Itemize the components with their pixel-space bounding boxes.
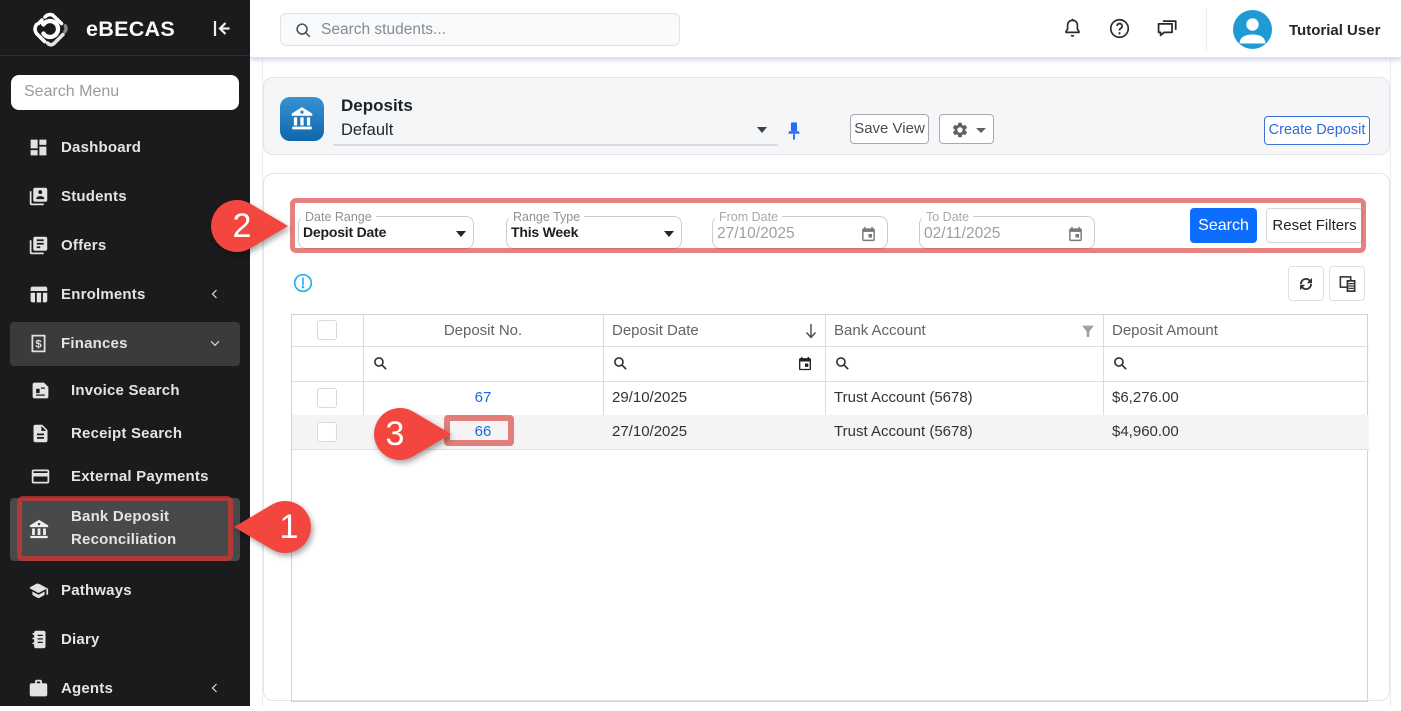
svg-text:$: $ — [35, 338, 42, 350]
